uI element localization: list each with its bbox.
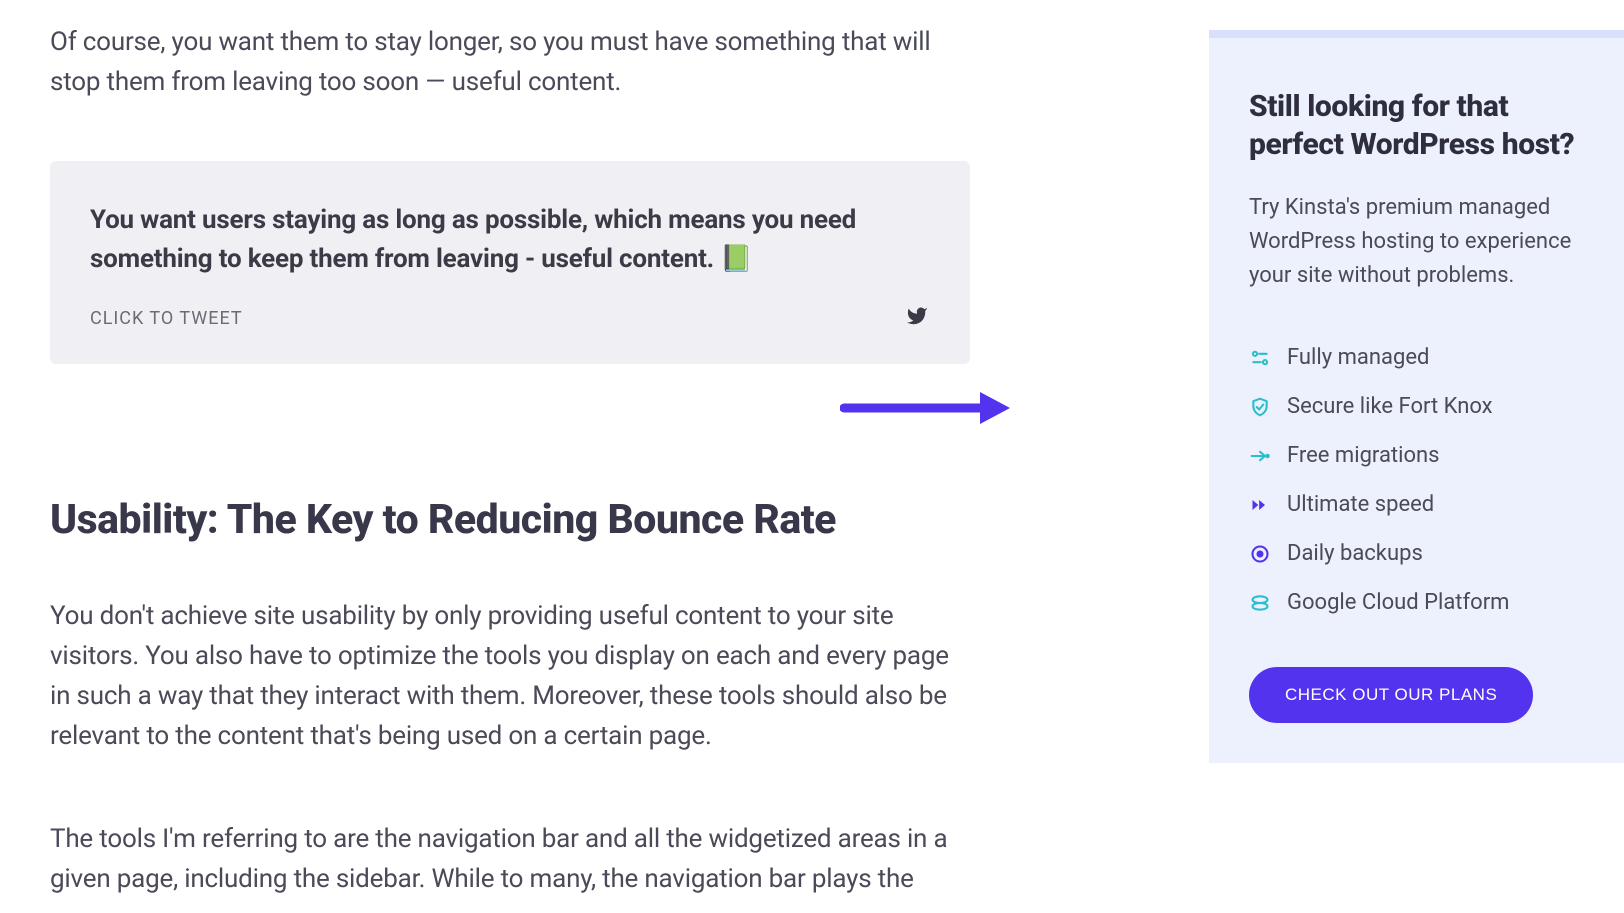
sidebar-accent-bar [1209, 30, 1624, 38]
sidebar-feature-list: Fully managed Secure like Fort Knox Free… [1249, 345, 1584, 615]
feature-label: Free migrations [1287, 443, 1440, 468]
section-heading-usability: Usability: The Key to Reducing Bounce Ra… [50, 496, 970, 544]
promo-sidebar: Still looking for that perfect WordPress… [1209, 38, 1624, 763]
speed-icon [1249, 494, 1271, 516]
twitter-icon[interactable] [904, 305, 930, 332]
intro-paragraph: Of course, you want them to stay longer,… [50, 22, 970, 103]
body-paragraph-1: You don't achieve site usability by only… [50, 596, 970, 757]
body-paragraph-2: The tools I'm referring to are the navig… [50, 819, 970, 900]
list-item: Secure like Fort Knox [1249, 394, 1584, 419]
migration-icon [1249, 445, 1271, 467]
annotation-arrow-icon [840, 390, 1010, 426]
click-to-tweet-label[interactable]: CLICK TO TWEET [90, 308, 243, 329]
list-item: Ultimate speed [1249, 492, 1584, 517]
sidebar-title: Still looking for that perfect WordPress… [1249, 88, 1584, 163]
sliders-icon [1249, 347, 1271, 369]
list-item: Google Cloud Platform [1249, 590, 1584, 615]
shield-icon [1249, 396, 1271, 418]
list-item: Daily backups [1249, 541, 1584, 566]
list-item: Free migrations [1249, 443, 1584, 468]
backup-icon [1249, 543, 1271, 565]
feature-label: Daily backups [1287, 541, 1423, 566]
cloud-icon [1249, 592, 1271, 614]
feature-label: Secure like Fort Knox [1287, 394, 1493, 419]
list-item: Fully managed [1249, 345, 1584, 370]
feature-label: Google Cloud Platform [1287, 590, 1509, 615]
feature-label: Fully managed [1287, 345, 1429, 370]
click-to-tweet-box[interactable]: You want users staying as long as possib… [50, 161, 970, 364]
tweet-quote-text: You want users staying as long as possib… [90, 201, 930, 279]
feature-label: Ultimate speed [1287, 492, 1434, 517]
check-plans-button[interactable]: CHECK OUT OUR PLANS [1249, 667, 1533, 723]
sidebar-description: Try Kinsta's premium managed WordPress h… [1249, 191, 1584, 293]
article-main: Of course, you want them to stay longer,… [50, 0, 970, 899]
